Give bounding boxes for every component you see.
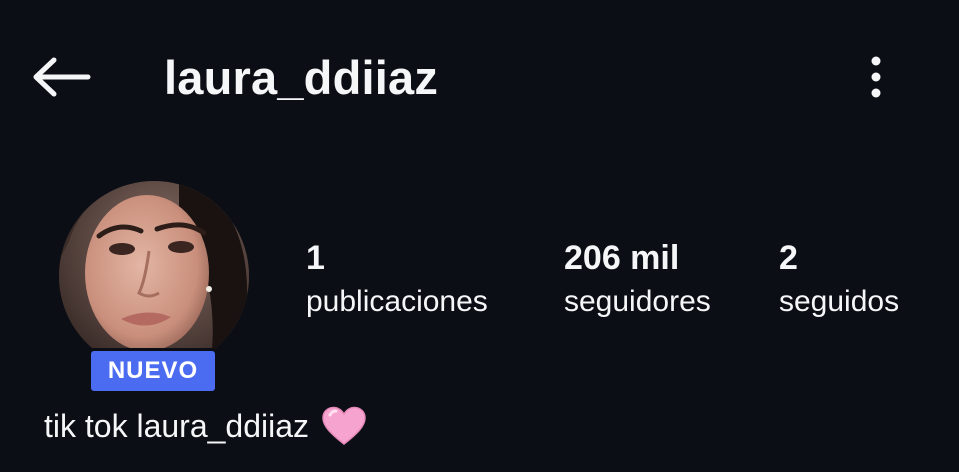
more-options-button[interactable] <box>858 52 894 102</box>
posts-label: publicaciones <box>306 285 488 318</box>
arrow-left-icon <box>33 57 91 97</box>
avatar-photo <box>59 181 249 371</box>
bio-text: tik tok laura_ddiiaz <box>44 408 310 444</box>
profile-username: laura_ddiiaz <box>164 51 439 104</box>
stat-followers[interactable]: 206 mil seguidores <box>564 238 711 320</box>
avatar-container[interactable] <box>59 181 249 371</box>
following-count: 2 <box>779 239 798 277</box>
followers-count: 206 mil <box>564 239 680 277</box>
new-badge: NUEVO <box>88 348 218 394</box>
stat-following[interactable]: 2 seguidos <box>779 238 899 320</box>
pink-heart-icon <box>321 406 367 446</box>
top-bar: laura_ddiiaz <box>0 0 959 150</box>
profile-bio: tik tok laura_ddiiaz <box>44 406 367 446</box>
following-label: seguidos <box>779 285 900 318</box>
avatar[interactable] <box>59 181 249 371</box>
followers-label: seguidores <box>564 285 711 318</box>
posts-count: 1 <box>306 239 325 277</box>
more-vertical-icon <box>871 56 881 98</box>
back-button[interactable] <box>30 52 92 102</box>
stat-posts[interactable]: 1 publicaciones <box>306 238 488 320</box>
